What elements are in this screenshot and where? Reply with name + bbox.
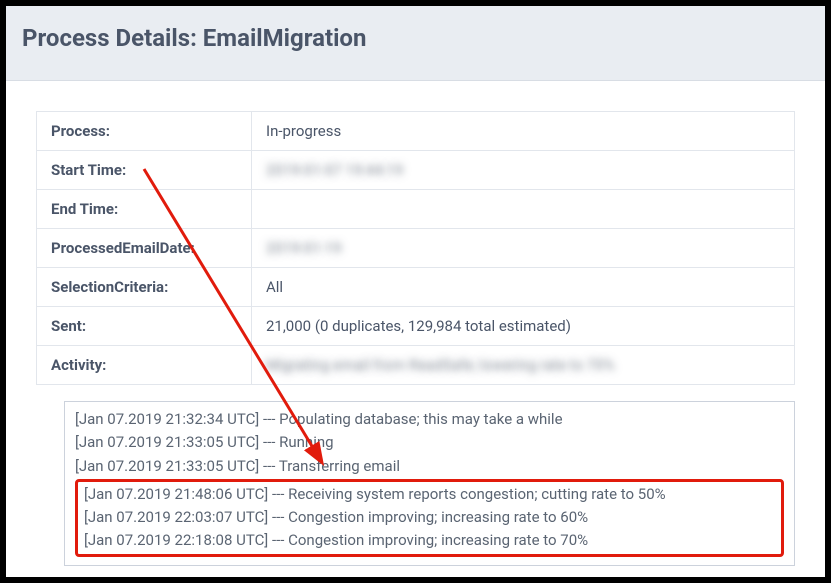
row-process: Process: In-progress: [37, 112, 795, 151]
value-process: In-progress: [252, 112, 795, 151]
value-sent: 21,000 (0 duplicates, 129,984 total esti…: [252, 307, 795, 346]
log-line: [Jan 07.2019 21:33:05 UTC] --- Transferr…: [75, 455, 784, 478]
row-processed-email-date: ProcessedEmailDate: 2019-01-19: [37, 229, 795, 268]
value-selection-criteria: All: [252, 268, 795, 307]
label-end-time: End Time:: [37, 190, 252, 229]
value-activity: Migrating email from ReadSafe; lowering …: [252, 346, 795, 385]
log-line: [Jan 07.2019 22:03:07 UTC] --- Congestio…: [84, 506, 775, 529]
highlighted-log-section: [Jan 07.2019 21:48:06 UTC] --- Receiving…: [75, 479, 784, 557]
value-processed-email-date: 2019-01-19: [252, 229, 795, 268]
label-selection-criteria: SelectionCriteria:: [37, 268, 252, 307]
content-area: Process: In-progress Start Time: 2019-01…: [6, 81, 825, 395]
value-start-time: 2019-01-07 19:44:19: [252, 151, 795, 190]
row-activity: Activity: Migrating email from ReadSafe;…: [37, 346, 795, 385]
log-line: [Jan 07.2019 22:18:08 UTC] --- Congestio…: [84, 529, 775, 552]
activity-log: [Jan 07.2019 21:32:34 UTC] --- Populatin…: [64, 401, 795, 566]
row-selection-criteria: SelectionCriteria: All: [37, 268, 795, 307]
label-processed-email-date: ProcessedEmailDate:: [37, 229, 252, 268]
label-process: Process:: [37, 112, 252, 151]
row-sent: Sent: 21,000 (0 duplicates, 129,984 tota…: [37, 307, 795, 346]
label-start-time: Start Time:: [37, 151, 252, 190]
process-details-table: Process: In-progress Start Time: 2019-01…: [36, 111, 795, 385]
label-activity: Activity:: [37, 346, 252, 385]
header-bar: Process Details: EmailMigration: [6, 6, 825, 81]
page-title: Process Details: EmailMigration: [22, 24, 805, 52]
value-end-time: [252, 190, 795, 229]
label-sent: Sent:: [37, 307, 252, 346]
row-end-time: End Time:: [37, 190, 795, 229]
row-start-time: Start Time: 2019-01-07 19:44:19: [37, 151, 795, 190]
log-line: [Jan 07.2019 21:33:05 UTC] --- Running: [75, 431, 784, 454]
log-line: [Jan 07.2019 21:32:34 UTC] --- Populatin…: [75, 408, 784, 431]
log-line: [Jan 07.2019 21:48:06 UTC] --- Receiving…: [84, 483, 775, 506]
